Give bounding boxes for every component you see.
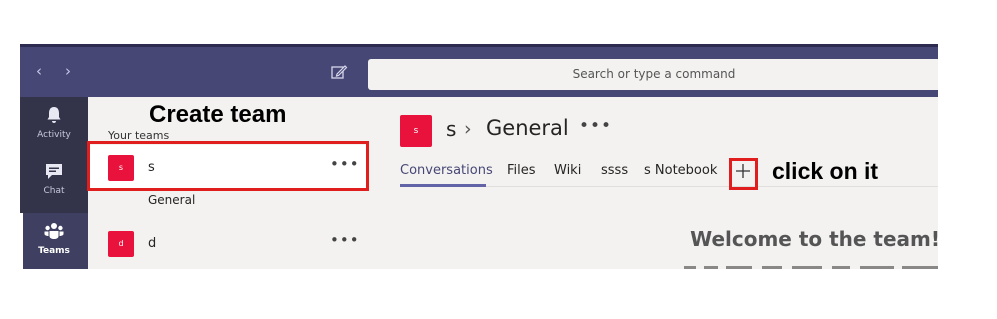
rail-item-teams[interactable]: Teams bbox=[20, 213, 88, 269]
team-name-d: d bbox=[148, 236, 157, 251]
chevron-right-icon: › bbox=[464, 118, 472, 140]
bell-icon bbox=[44, 105, 64, 125]
channel-item-general[interactable]: General bbox=[148, 193, 195, 207]
teams-icon bbox=[44, 221, 64, 241]
chat-icon bbox=[44, 161, 64, 181]
annotation-click-on-it: click on it bbox=[772, 158, 879, 184]
rail-label-activity: Activity bbox=[37, 130, 71, 140]
tab-wiki[interactable]: Wiki bbox=[554, 163, 581, 178]
search-input[interactable]: Search or type a command bbox=[368, 59, 938, 90]
highlight-box-add-tab bbox=[729, 158, 758, 190]
annotation-create-team: Create team bbox=[149, 101, 287, 128]
channel-team-avatar: s bbox=[400, 115, 432, 147]
welcome-heading: Welcome to the team! bbox=[690, 227, 938, 251]
highlight-box-team-row bbox=[87, 141, 369, 191]
forward-arrow-icon[interactable]: › bbox=[61, 64, 75, 79]
team-row-d[interactable]: d d ••• bbox=[88, 221, 368, 265]
more-options-icon[interactable]: ••• bbox=[330, 231, 360, 249]
channel-title: General bbox=[486, 116, 569, 140]
tab-ssss[interactable]: ssss bbox=[601, 163, 628, 178]
team-avatar-d: d bbox=[108, 231, 134, 257]
welcome-subtext-cropped bbox=[680, 261, 938, 269]
rail-label-teams: Teams bbox=[38, 246, 70, 256]
tab-files[interactable]: Files bbox=[507, 163, 536, 178]
tab-conversations[interactable]: Conversations bbox=[400, 163, 493, 178]
compose-icon[interactable] bbox=[330, 64, 348, 80]
app-rail: Activity Chat Teams bbox=[20, 97, 88, 269]
tab-s-notebook[interactable]: s Notebook bbox=[644, 163, 717, 178]
rail-item-chat[interactable]: Chat bbox=[20, 153, 88, 209]
breadcrumb-team[interactable]: s bbox=[446, 117, 456, 141]
top-bar: ‹ › Search or type a command bbox=[20, 44, 938, 97]
rail-label-chat: Chat bbox=[43, 186, 65, 196]
rail-item-activity[interactable]: Activity bbox=[20, 97, 88, 153]
title-strip bbox=[20, 44, 938, 47]
active-tab-indicator bbox=[400, 184, 486, 187]
back-arrow-icon[interactable]: ‹ bbox=[32, 64, 46, 79]
channel-more-icon[interactable]: ••• bbox=[579, 116, 612, 136]
